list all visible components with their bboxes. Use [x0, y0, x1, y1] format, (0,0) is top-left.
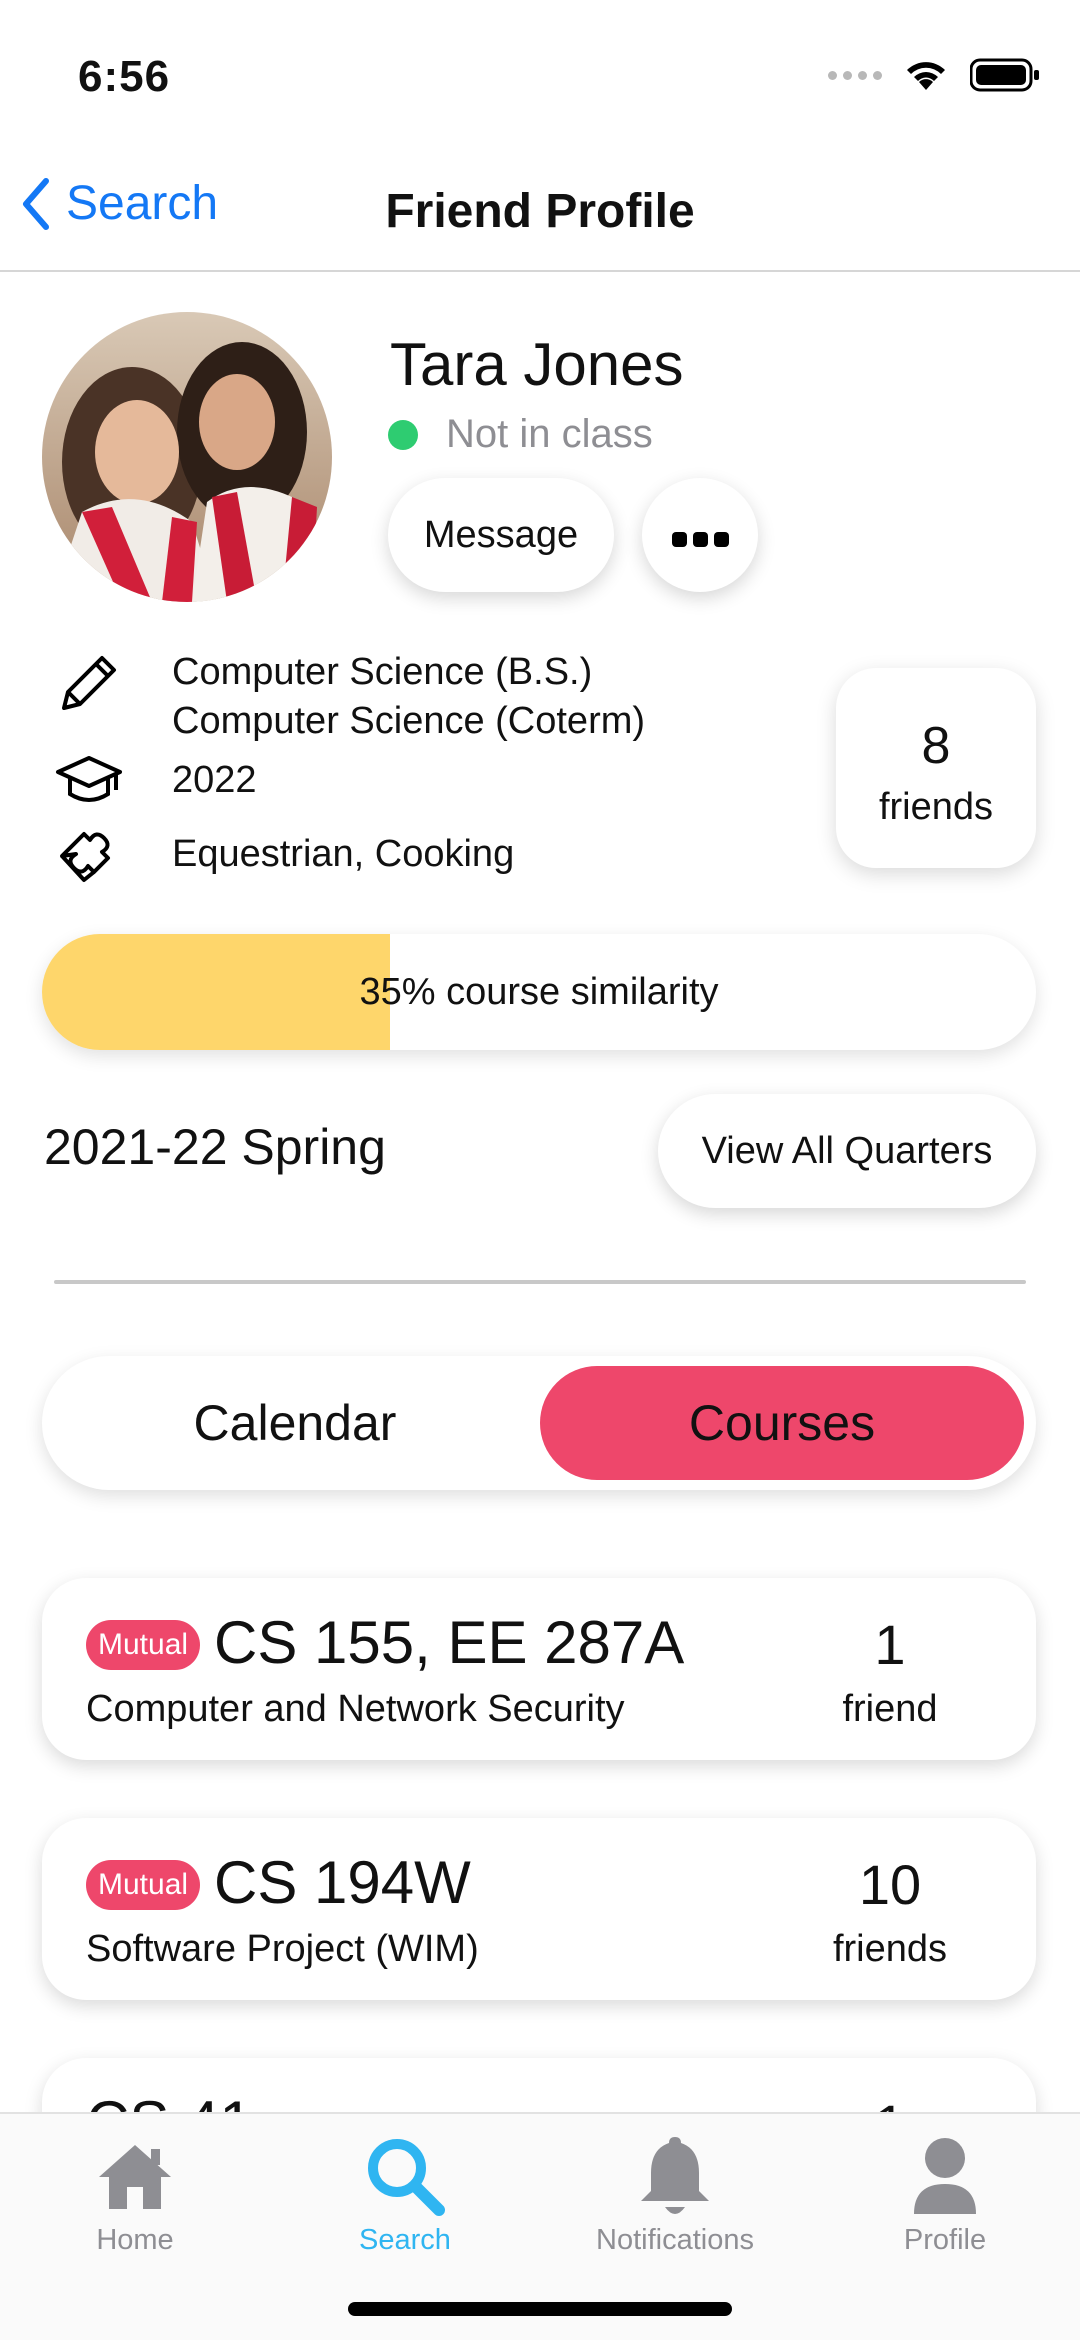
tab-profile[interactable]: Profile [810, 2128, 1080, 2257]
page-title: Friend Profile [385, 185, 695, 238]
navigation-bar: Search Friend Profile [0, 160, 1080, 272]
wifi-icon [907, 62, 945, 90]
course-friend-label: friends [832, 1928, 948, 1970]
status-time: 6:56 [78, 52, 171, 101]
mutual-badge: Mutual [86, 1620, 201, 1670]
cellular-signal-icon [828, 70, 882, 80]
view-segmented-control: Calendar Courses [42, 1356, 1036, 1490]
puzzle-piece-icon [60, 832, 110, 882]
tab-home[interactable]: Home [0, 2128, 270, 2257]
status-dot-icon [388, 419, 418, 450]
availability-status: Not in class [388, 412, 653, 457]
home-indicator [348, 2302, 732, 2316]
tab-home-label: Home [96, 2224, 174, 2256]
course-friend-label: friend [842, 1688, 938, 1730]
interests-text: Equestrian, Cooking [172, 833, 515, 875]
search-icon [368, 2139, 445, 2216]
tab-notifications-label: Notifications [596, 2224, 754, 2256]
segment-courses[interactable]: Courses [540, 1366, 1024, 1480]
avatar [42, 312, 332, 602]
course-card[interactable]: Mutual CS 155, EE 287A Computer and Netw… [42, 1578, 1036, 1760]
tab-notifications[interactable]: Notifications [540, 2128, 810, 2257]
course-name: Computer and Network Security [86, 1688, 625, 1730]
interests-row: Equestrian, Cooking [54, 820, 514, 890]
major-secondary: Computer Science (Coterm) [172, 700, 646, 742]
friends-count: 8 [921, 717, 951, 775]
tab-search-label: Search [359, 2224, 451, 2256]
battery-icon [970, 58, 1039, 92]
course-name: Software Project (WIM) [86, 1928, 479, 1970]
friends-label: friends [878, 786, 994, 828]
year-row: 2022 [54, 746, 257, 816]
segment-calendar[interactable]: Calendar [52, 1366, 538, 1480]
ellipsis-icon [669, 514, 732, 557]
course-code: CS 155, EE 287A [214, 1609, 685, 1676]
graduation-year: 2022 [172, 759, 257, 801]
course-code: CS 194W [214, 1849, 471, 1916]
course-similarity-bar: 35% course similarity [42, 934, 1036, 1050]
course-friend-count: 10 [858, 1853, 922, 1916]
friends-count-button[interactable]: 8 friends [836, 668, 1036, 868]
view-all-quarters-button[interactable]: View All Quarters [658, 1094, 1036, 1208]
divider [54, 1280, 1026, 1284]
status-icons [828, 58, 1040, 92]
status-text: Not in class [446, 412, 653, 456]
bell-icon [641, 2137, 709, 2214]
course-card[interactable]: Mutual CS 194W Software Project (WIM) 10… [42, 1818, 1036, 2000]
profile-name: Tara Jones [390, 331, 684, 398]
home-icon [99, 2145, 171, 2209]
tab-profile-label: Profile [903, 2224, 987, 2256]
message-button[interactable]: Message [388, 478, 614, 592]
pencil-icon [62, 656, 116, 710]
major-primary: Computer Science (B.S.) [172, 651, 593, 693]
majors-row: Computer Science (B.S.) Computer Science… [54, 648, 645, 746]
graduation-cap-icon [56, 756, 122, 802]
status-bar: 6:56 [0, 0, 1080, 150]
tab-search[interactable]: Search [270, 2128, 540, 2257]
similarity-label: 35% course similarity [359, 970, 719, 1013]
person-icon [914, 2138, 976, 2214]
mutual-badge: Mutual [86, 1860, 201, 1910]
course-friend-count: 1 [874, 1613, 906, 1676]
more-options-button[interactable] [642, 478, 758, 592]
quarter-title: 2021-22 Spring [44, 1119, 386, 1175]
